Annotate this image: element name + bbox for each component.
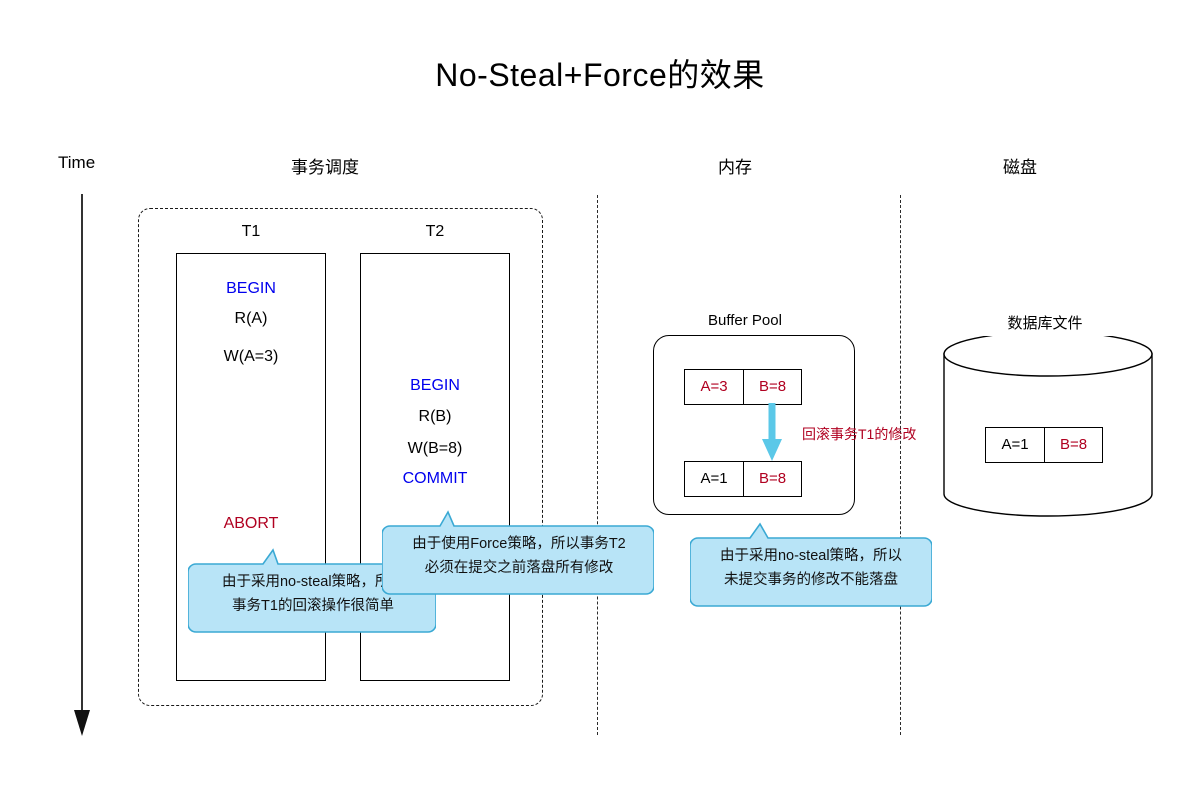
buffer-pool-title: Buffer Pool: [708, 312, 782, 329]
column-header-time: Time: [58, 153, 96, 172]
txn-op-t2-rb: R(B): [418, 408, 452, 425]
column-header-disk: 磁盘: [1003, 158, 1037, 177]
time-axis-arrow: [74, 194, 90, 736]
callout-force-policy: 由于使用Force策略，所以事务T2 必须在提交之前落盘所有修改: [381, 508, 655, 603]
separator-memory-disk: [900, 195, 901, 735]
page-title: No-Steal+Force的效果: [435, 57, 765, 93]
column-header-schedule: 事务调度: [291, 158, 359, 177]
buffer-pool-row-before: A=3 B=8: [684, 369, 802, 405]
buffer-pool-row-after: A=1 B=8: [684, 461, 802, 497]
disk-cell-a: A=1: [1001, 436, 1029, 453]
transaction-label-t1: T1: [241, 223, 261, 240]
callout-text-3: 由于采用no-steal策略，所以 未提交事务的修改不能落盘: [719, 548, 903, 588]
separator-schedule-memory: [597, 195, 598, 735]
txn-op-t1-abort: ABORT: [223, 515, 279, 532]
txn-op-t1-begin: BEGIN: [226, 280, 276, 297]
buffer-cell-a-after: A=1: [700, 470, 728, 487]
txn-op-t2-wb8: W(B=8): [407, 440, 463, 457]
txn-op-t2-begin: BEGIN: [410, 377, 460, 394]
column-header-memory: 内存: [718, 158, 752, 177]
buffer-cell-b-before: B=8: [743, 370, 801, 404]
disk-row: A=1 B=8: [985, 427, 1103, 463]
rollback-arrow-label: 回滚事务T1的修改: [802, 426, 917, 442]
rollback-arrow-icon: [762, 403, 782, 461]
callout-no-steal-flush: 由于采用no-steal策略，所以 未提交事务的修改不能落盘: [689, 520, 933, 615]
transaction-label-t2: T2: [425, 223, 445, 240]
txn-op-t1-ra: R(A): [234, 310, 268, 327]
txn-op-t1-wa3: W(A=3): [223, 348, 279, 365]
buffer-cell-b-after: B=8: [743, 462, 801, 496]
buffer-cell-a-before: A=3: [700, 378, 728, 395]
txn-op-t2-commit: COMMIT: [402, 470, 468, 487]
disk-title: 数据库文件: [1007, 315, 1083, 332]
diagram-canvas: No-Steal+Force的效果 Time 事务调度 内存 磁盘 T1 T2 …: [0, 0, 1200, 800]
disk-cell-b: B=8: [1044, 428, 1102, 462]
callout-text-2: 由于使用Force策略，所以事务T2 必须在提交之前落盘所有修改: [412, 536, 626, 576]
